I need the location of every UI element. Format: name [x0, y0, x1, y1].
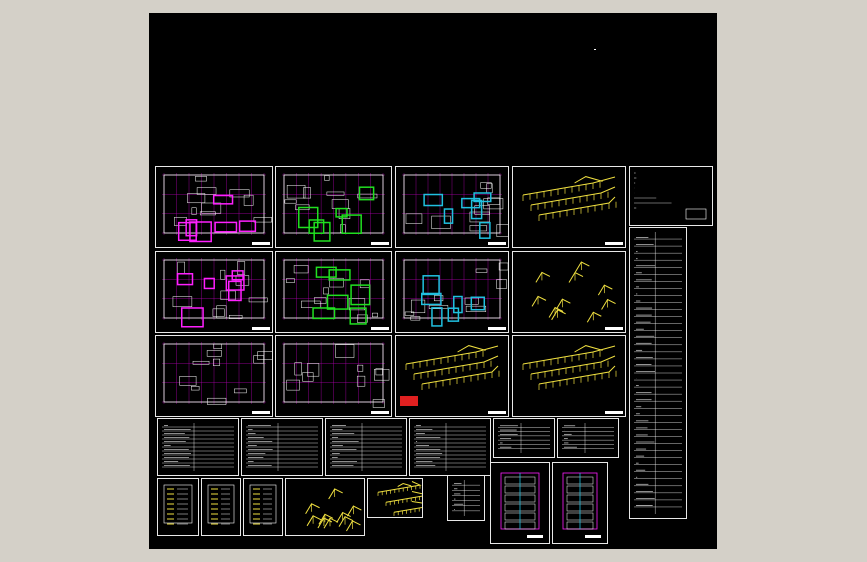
sheet-tbl-small-2[interactable] — [557, 418, 619, 458]
sheet-plan-3[interactable] — [395, 166, 509, 248]
table-2-drawing — [246, 423, 318, 471]
plan-2-drawing — [282, 173, 385, 242]
title-block — [488, 411, 506, 414]
legend-2-drawing — [207, 484, 235, 525]
sheet-iso-2[interactable] — [512, 251, 626, 333]
tbl-small-2-drawing — [562, 423, 614, 453]
sheet-legend-1[interactable] — [157, 478, 199, 536]
title-block — [371, 327, 389, 330]
sheet-plan-5[interactable] — [275, 251, 392, 333]
table-1-drawing — [162, 423, 234, 471]
legend-1-drawing — [163, 484, 193, 525]
title-block — [371, 242, 389, 245]
narrow-2-drawing — [562, 472, 601, 538]
sheet-plan-8[interactable] — [275, 335, 392, 417]
sheet-iso-6[interactable] — [367, 478, 423, 518]
iso-2-drawing — [531, 261, 616, 323]
sheet-notes-1[interactable] — [629, 166, 713, 226]
sheet-plan-6[interactable] — [395, 251, 509, 333]
sheet-plan-4[interactable] — [155, 251, 273, 333]
sheet-table-1[interactable] — [157, 418, 239, 476]
cursor-mark — [594, 49, 596, 50]
iso-1-drawing — [522, 176, 617, 221]
sheet-tbl-small-3[interactable] — [447, 475, 485, 521]
iso-6-drawing — [377, 481, 422, 516]
title-block — [605, 242, 623, 245]
table-4-drawing — [414, 423, 486, 471]
sheet-table-3[interactable] — [325, 418, 407, 476]
plan-5-drawing — [282, 258, 385, 325]
title-block — [488, 327, 506, 330]
sheet-plan-7[interactable] — [155, 335, 273, 417]
plan-4-drawing — [162, 258, 268, 328]
sheet-table-2[interactable] — [241, 418, 323, 476]
sheet-iso-5[interactable] — [285, 478, 365, 536]
plan-1-drawing — [162, 173, 272, 243]
title-block — [252, 327, 270, 330]
tbl-small-3-drawing — [452, 480, 480, 516]
sheet-plan-2[interactable] — [275, 166, 392, 248]
plan-8-drawing — [282, 342, 390, 408]
plan-3-drawing — [402, 173, 508, 239]
sheet-iso-1[interactable] — [512, 166, 626, 248]
plan-6-drawing — [402, 258, 508, 327]
table-3-drawing — [330, 423, 402, 471]
legend-3-drawing — [249, 484, 277, 525]
sheet-legend-2[interactable] — [201, 478, 241, 536]
sheet-table-4[interactable] — [409, 418, 491, 476]
sheet-iso-3[interactable] — [395, 335, 509, 417]
iso-3-drawing — [400, 345, 500, 406]
sheet-narrow-2[interactable] — [552, 462, 608, 544]
tbl-small-1-drawing — [498, 423, 550, 453]
narrow-1-drawing — [500, 472, 543, 538]
notes-1-drawing — [634, 172, 707, 220]
sheet-tbl-small-1[interactable] — [493, 418, 555, 458]
title-block — [488, 242, 506, 245]
sheet-iso-4[interactable] — [512, 335, 626, 417]
title-block — [252, 411, 270, 414]
title-block — [605, 411, 623, 414]
sheet-legend-3[interactable] — [243, 478, 283, 536]
sheet-plan-1[interactable] — [155, 166, 273, 248]
plan-7-drawing — [162, 342, 272, 405]
iso-4-drawing — [522, 345, 617, 390]
title-block — [371, 411, 389, 414]
drawing-canvas[interactable] — [149, 13, 717, 549]
iso-5-drawing — [305, 488, 362, 532]
sheet-long-list[interactable] — [629, 227, 687, 519]
long-list-drawing — [634, 232, 682, 514]
title-block — [252, 242, 270, 245]
title-block — [605, 327, 623, 330]
sheet-narrow-1[interactable] — [490, 462, 550, 544]
